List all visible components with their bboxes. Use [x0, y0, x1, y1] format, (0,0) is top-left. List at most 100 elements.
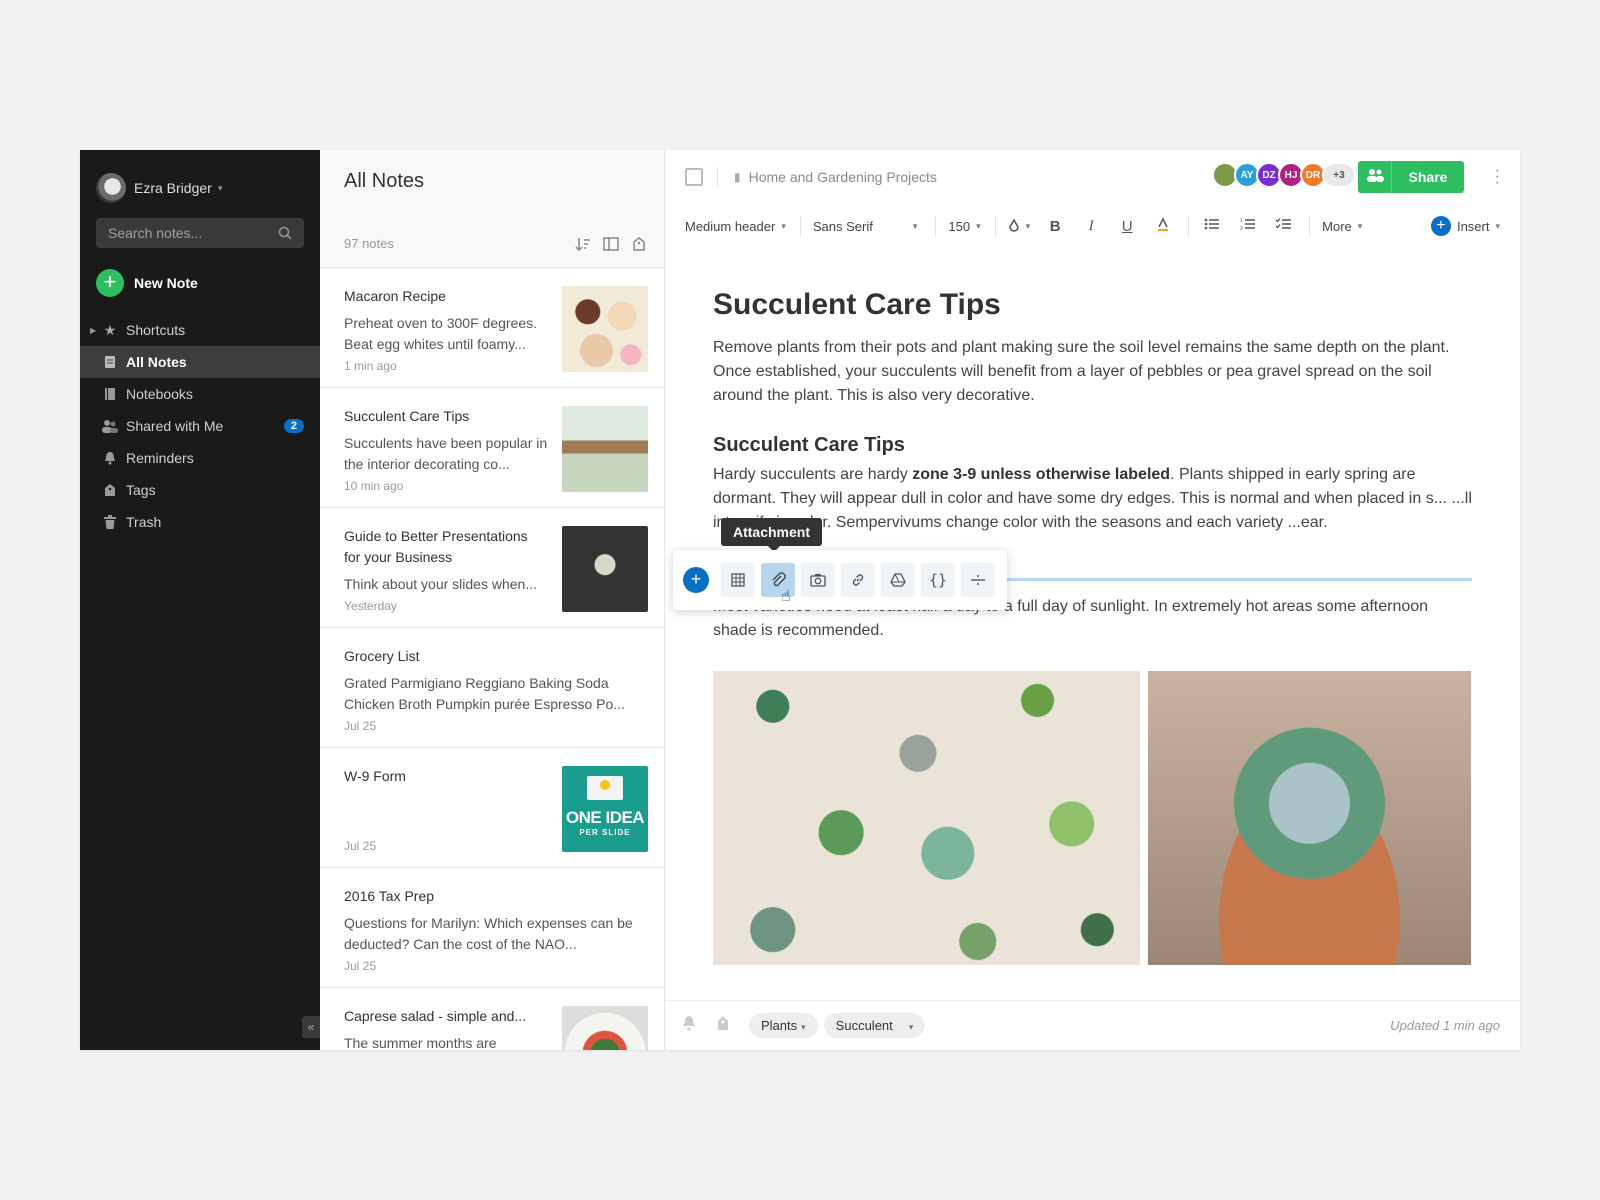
sidebar-nav: ▶ ★ Shortcuts All Notes Notebooks Shared…	[80, 314, 320, 538]
plus-icon: +	[96, 269, 124, 297]
notebook-selector[interactable]: Home and Gardening Projects	[749, 169, 937, 185]
sidebar-item-label: Trash	[126, 514, 162, 530]
insert-toolbar: + {}	[673, 550, 1007, 610]
page-title: All Notes	[344, 170, 425, 192]
user-menu[interactable]: Ezra Bridger ▾	[80, 150, 320, 210]
new-note-button[interactable]: + New Note	[80, 268, 320, 298]
note-title: 2016 Tax Prep	[344, 888, 435, 904]
link-icon[interactable]	[841, 563, 875, 597]
color-drop-icon	[1008, 219, 1019, 232]
more-options-icon[interactable]: · · ·	[1495, 163, 1500, 191]
note-snippet: The summer months are	[344, 1035, 497, 1050]
font-size-value: 150	[948, 218, 971, 234]
checklist-icon[interactable]	[1273, 217, 1295, 235]
sidebar-item-notebooks[interactable]: Notebooks	[80, 378, 320, 410]
code-block-icon[interactable]: {}	[921, 563, 955, 597]
plus-icon[interactable]: +	[683, 567, 709, 593]
add-tag-icon[interactable]	[715, 1014, 731, 1037]
note-date: Yesterday	[344, 599, 397, 613]
paragraph-style-dropdown[interactable]: Medium header ▾	[685, 219, 786, 234]
image-row	[713, 671, 1472, 965]
numbered-list-icon[interactable]: 12	[1237, 217, 1259, 235]
sidebar-item-reminders[interactable]: Reminders	[80, 442, 320, 474]
list-item[interactable]: Guide to Better Presentations for your B…	[320, 508, 664, 628]
sidebar-item-tags[interactable]: Tags	[80, 474, 320, 506]
style-value: Medium header	[685, 218, 776, 234]
note-snippet: Succulents have been popular in the inte…	[344, 435, 548, 472]
expand-icon[interactable]: ▶	[90, 326, 96, 335]
more-label: More	[1322, 218, 1352, 234]
sidebar-item-shortcuts[interactable]: ▶ ★ Shortcuts	[80, 314, 320, 346]
collaborators[interactable]: AY DZ HJ DR +3	[1212, 162, 1356, 188]
sidebar: Ezra Bridger ▾ Search notes... + New Not…	[80, 150, 320, 1050]
text-run: Hardy succulents are hardy	[713, 466, 913, 483]
note-date: Jul 25	[344, 959, 377, 973]
note-snippet: Think about your slides when...	[344, 576, 537, 592]
bold-button[interactable]: B	[1044, 218, 1066, 235]
succulent-grid-image[interactable]	[713, 671, 1140, 965]
view-toggle-icon[interactable]	[602, 235, 620, 253]
sort-icon[interactable]	[574, 235, 592, 253]
divider	[1188, 216, 1190, 236]
people-icon	[1358, 161, 1392, 193]
collapse-sidebar-button[interactable]: «	[302, 1016, 320, 1038]
italic-button[interactable]: I	[1080, 218, 1102, 235]
note-title-heading[interactable]: Succulent Care Tips	[713, 288, 1472, 322]
expand-icon[interactable]	[685, 168, 703, 186]
tag-chip-plants[interactable]: Plants ▾	[749, 1013, 818, 1038]
camera-icon[interactable]	[801, 563, 835, 597]
chevron-down-icon: ▾	[217, 182, 223, 193]
reminder-icon[interactable]	[681, 1014, 697, 1037]
text-color-dropdown[interactable]: ▾	[1008, 219, 1030, 233]
chevron-down-icon: ▾	[976, 220, 981, 231]
list-item[interactable]: Caprese salad - simple and... The summer…	[320, 988, 664, 1050]
bold-text: zone 3-9 unless otherwise labeled	[912, 466, 1171, 483]
font-dropdown[interactable]: Sans Serif ▾	[813, 219, 918, 234]
new-note-label: New Note	[134, 275, 198, 291]
note-title: W-9 Form	[344, 768, 406, 784]
note-date: Jul 25	[344, 839, 377, 853]
note-snippet: Questions for Marilyn: Which expenses ca…	[344, 915, 633, 952]
sidebar-item-label: Shared with Me	[126, 418, 224, 434]
chevron-down-icon: ▾	[1495, 220, 1500, 231]
google-drive-icon[interactable]	[881, 563, 915, 597]
more-dropdown[interactable]: More ▾	[1322, 219, 1362, 234]
underline-button[interactable]: U	[1116, 218, 1138, 235]
list-item[interactable]: W-9 Form Jul 25 ONE IDEA PER SLIDE	[320, 748, 664, 868]
sidebar-item-label: Tags	[126, 482, 156, 498]
list-item[interactable]: 2016 Tax Prep Questions for Marilyn: Whi…	[320, 868, 664, 988]
sidebar-item-label: Reminders	[126, 450, 194, 466]
divider	[994, 216, 996, 236]
tag-icon	[102, 483, 118, 497]
chevron-down-icon: ▾	[781, 220, 786, 231]
succulent-pot-image[interactable]	[1148, 671, 1471, 965]
sidebar-item-trash[interactable]: Trash	[80, 506, 320, 538]
paragraph[interactable]: Remove plants from their pots and plant …	[713, 336, 1472, 408]
bell-icon	[102, 451, 118, 465]
notes-count: 97 notes	[344, 236, 394, 251]
bullet-list-icon[interactable]	[1201, 217, 1223, 235]
section-heading[interactable]: Succulent Care Tips	[713, 434, 1472, 457]
sidebar-item-label: Shortcuts	[126, 322, 186, 338]
note-title: Macaron Recipe	[344, 288, 446, 304]
divider-icon[interactable]	[961, 563, 995, 597]
more-collaborators: +3	[1322, 162, 1356, 188]
filter-tag-icon[interactable]	[630, 235, 648, 253]
insert-dropdown[interactable]: + Insert ▾	[1430, 216, 1500, 236]
search-icon	[278, 226, 292, 240]
list-item[interactable]: Grocery List Grated Parmigiano Reggiano …	[320, 628, 664, 748]
sidebar-item-shared[interactable]: Shared with Me 2	[80, 410, 320, 442]
search-input[interactable]: Search notes...	[96, 218, 304, 248]
plus-icon: +	[1430, 216, 1451, 236]
highlight-icon[interactable]	[1152, 217, 1174, 235]
tag-chip-succulent[interactable]: Succulent ▾	[823, 1013, 926, 1038]
list-item[interactable]: Succulent Care Tips Succulents have been…	[320, 388, 664, 508]
share-button[interactable]: Share	[1358, 161, 1464, 193]
user-name: Ezra Bridger	[134, 180, 212, 196]
font-size-dropdown[interactable]: 150 ▾	[948, 219, 980, 234]
paragraph[interactable]: Hardy succulents are hardy zone 3-9 unle…	[713, 463, 1472, 535]
table-icon[interactable]	[721, 563, 755, 597]
sidebar-item-all-notes[interactable]: All Notes	[80, 346, 320, 378]
note-snippet: Preheat oven to 300F degrees. Beat egg w…	[344, 315, 538, 352]
list-item[interactable]: Macaron Recipe Preheat oven to 300F degr…	[320, 268, 664, 388]
